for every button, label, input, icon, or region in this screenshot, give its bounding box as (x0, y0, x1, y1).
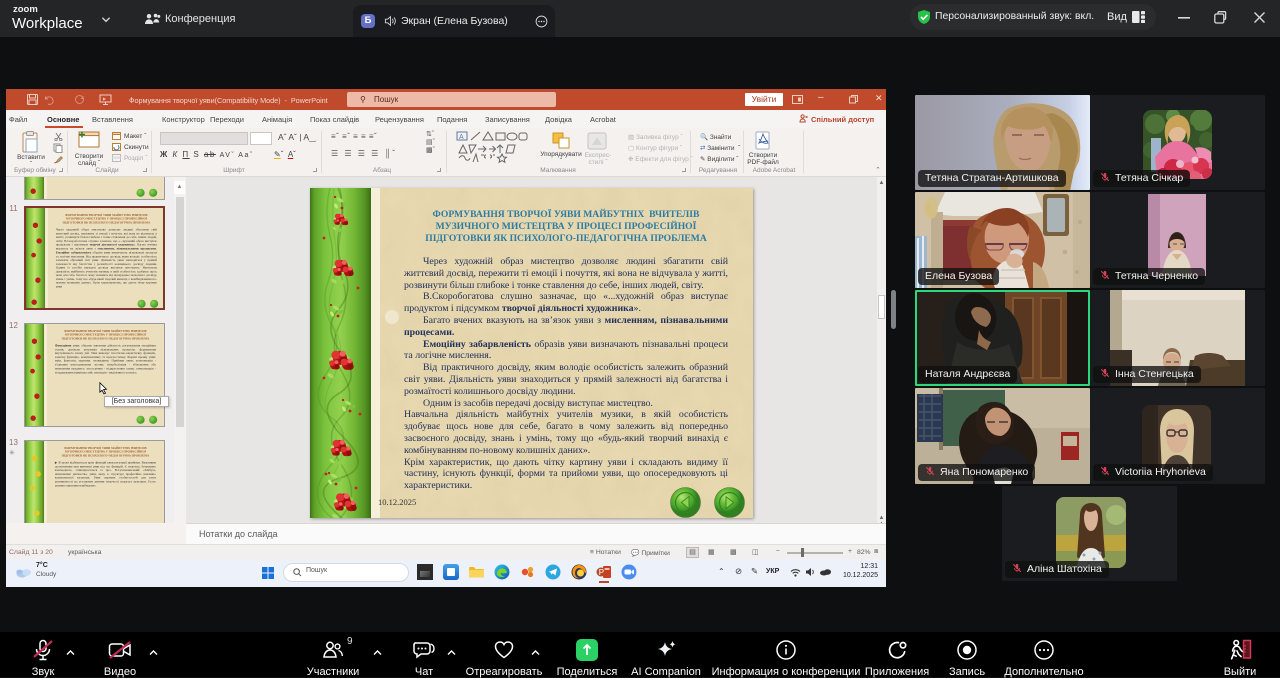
svg-text:A: A (459, 134, 464, 141)
svg-text:P: P (599, 568, 604, 577)
